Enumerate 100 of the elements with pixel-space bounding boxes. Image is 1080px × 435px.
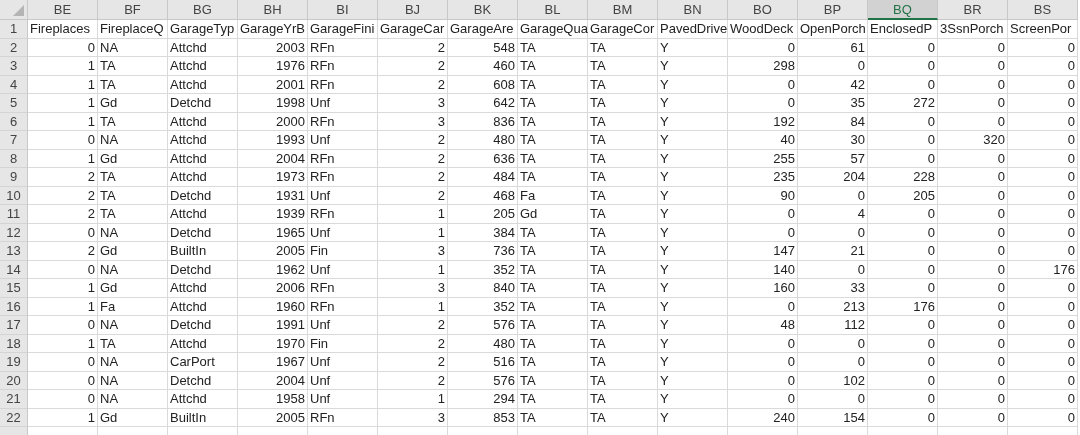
table-cell: 2 bbox=[378, 316, 448, 335]
table-cell: 0 bbox=[868, 371, 938, 390]
table-cell: TA bbox=[518, 334, 588, 353]
row-header[interactable]: 17 bbox=[0, 316, 28, 335]
table-cell: TA bbox=[518, 297, 588, 316]
table-cell: TA bbox=[588, 297, 658, 316]
table-cell: 736 bbox=[448, 242, 518, 261]
table-cell: 35 bbox=[798, 94, 868, 113]
table-cell: Fa bbox=[98, 297, 168, 316]
table-cell: TA bbox=[588, 75, 658, 94]
table-cell: 2005 bbox=[238, 408, 308, 427]
column-header[interactable]: BO bbox=[728, 0, 798, 20]
table-cell: TA bbox=[588, 94, 658, 113]
row-header[interactable]: 5 bbox=[0, 94, 28, 113]
table-cell: 0 bbox=[868, 390, 938, 409]
table-cell: 0 bbox=[938, 94, 1008, 113]
table-cell: 480 bbox=[448, 131, 518, 150]
column-header[interactable]: BG bbox=[168, 0, 238, 20]
table-cell: 0 bbox=[938, 186, 1008, 205]
row-header[interactable]: 1 bbox=[0, 20, 28, 39]
table-cell: 0 bbox=[868, 223, 938, 242]
table-cell: 2 bbox=[378, 38, 448, 57]
table-cell: 0 bbox=[868, 38, 938, 57]
table-cell: 0 bbox=[728, 371, 798, 390]
column-header[interactable]: BI bbox=[308, 0, 378, 20]
row-header[interactable]: 7 bbox=[0, 131, 28, 150]
table-cell: 1 bbox=[28, 94, 98, 113]
row-header[interactable]: 19 bbox=[0, 353, 28, 372]
table-cell: Y bbox=[658, 223, 728, 242]
table-cell: FireplaceQ bbox=[98, 20, 168, 39]
table-cell: Y bbox=[658, 334, 728, 353]
table-cell: 0 bbox=[1008, 75, 1078, 94]
table-cell: 320 bbox=[938, 131, 1008, 150]
table-cell: RFn bbox=[308, 57, 378, 76]
table-cell: TA bbox=[518, 353, 588, 372]
column-header[interactable]: BS bbox=[1008, 0, 1078, 20]
table-cell: NA bbox=[98, 260, 168, 279]
table-cell: 228 bbox=[868, 168, 938, 187]
table-cell: Gd bbox=[518, 205, 588, 224]
table-cell: 1960 bbox=[238, 297, 308, 316]
table-cell: 0 bbox=[938, 334, 1008, 353]
column-header[interactable]: BL bbox=[518, 0, 588, 20]
table-cell: 0 bbox=[1008, 205, 1078, 224]
table-cell: 90 bbox=[728, 186, 798, 205]
table-cell: 1967 bbox=[238, 353, 308, 372]
table-cell: Gd bbox=[98, 149, 168, 168]
table-cell: 255 bbox=[728, 149, 798, 168]
table-cell: Gd bbox=[98, 94, 168, 113]
table-cell: 48 bbox=[728, 316, 798, 335]
row-header[interactable]: 9 bbox=[0, 168, 28, 187]
table-cell: 204 bbox=[798, 168, 868, 187]
table-cell: Detchd bbox=[168, 316, 238, 335]
column-header[interactable]: BM bbox=[588, 0, 658, 20]
column-header[interactable]: BK bbox=[448, 0, 518, 20]
row-header[interactable]: 15 bbox=[0, 279, 28, 298]
row-header[interactable]: 13 bbox=[0, 242, 28, 261]
table-cell: RFn bbox=[308, 297, 378, 316]
table-cell: 272 bbox=[868, 94, 938, 113]
table-cell: RFn bbox=[308, 279, 378, 298]
column-header[interactable]: BJ bbox=[378, 0, 448, 20]
row-header[interactable]: 3 bbox=[0, 57, 28, 76]
row-header[interactable]: 11 bbox=[0, 205, 28, 224]
table-cell: 0 bbox=[1008, 334, 1078, 353]
column-header[interactable]: BH bbox=[238, 0, 308, 20]
table-cell: 2004 bbox=[238, 371, 308, 390]
table-cell: 0 bbox=[1008, 316, 1078, 335]
table-cell: 192 bbox=[728, 112, 798, 131]
table-cell: NA bbox=[98, 353, 168, 372]
table-cell: 0 bbox=[938, 371, 1008, 390]
table-cell: 3SsnPorch bbox=[938, 20, 1008, 39]
column-header[interactable]: BP bbox=[798, 0, 868, 20]
table-cell: 0 bbox=[1008, 223, 1078, 242]
table-cell: 0 bbox=[1008, 186, 1078, 205]
column-header[interactable]: BR bbox=[938, 0, 1008, 20]
table-cell: Detchd bbox=[168, 371, 238, 390]
select-all-button[interactable] bbox=[0, 0, 28, 20]
table-cell: Gd bbox=[98, 408, 168, 427]
table-cell: 2 bbox=[378, 334, 448, 353]
row-header[interactable]: 21 bbox=[0, 390, 28, 409]
column-header[interactable]: BN bbox=[658, 0, 728, 20]
column-header[interactable]: BE bbox=[28, 0, 98, 20]
table-cell: NA bbox=[98, 223, 168, 242]
table-cell: GarageCor bbox=[588, 20, 658, 39]
table-cell: TA bbox=[588, 260, 658, 279]
table-cell: 140 bbox=[728, 260, 798, 279]
table-cell: NA bbox=[98, 38, 168, 57]
table-cell: RFn bbox=[308, 205, 378, 224]
table-cell: RFn bbox=[308, 168, 378, 187]
table-cell: 2 bbox=[378, 57, 448, 76]
table-cell: 0 bbox=[798, 334, 868, 353]
column-header[interactable]: BQ bbox=[868, 0, 938, 20]
table-cell: 1993 bbox=[238, 131, 308, 150]
table-cell: TA bbox=[98, 186, 168, 205]
table-cell: TA bbox=[518, 75, 588, 94]
table-cell: 1 bbox=[28, 334, 98, 353]
table-cell: 0 bbox=[868, 408, 938, 427]
table-cell: 0 bbox=[938, 149, 1008, 168]
table-cell: 0 bbox=[938, 408, 1008, 427]
column-header[interactable]: BF bbox=[98, 0, 168, 20]
table-cell: 240 bbox=[728, 408, 798, 427]
